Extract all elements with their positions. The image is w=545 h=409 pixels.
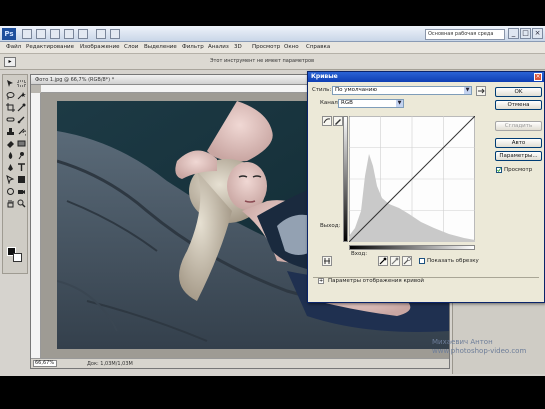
history-brush-icon[interactable] (17, 127, 26, 136)
menu-bar: Файл Редактирование Изображение Слои Выд… (0, 42, 545, 54)
watermark-author: Михаевич Антон (432, 338, 493, 346)
curves-dialog: Кривые × Стиль: По умолчанию ▼ Канал: RG… (307, 71, 545, 303)
preset-options-icon[interactable] (476, 86, 486, 96)
cancel-button[interactable]: Отмена (495, 100, 542, 110)
hand-tool-icon[interactable] (64, 29, 74, 39)
dialog-close-button[interactable]: × (534, 73, 542, 81)
menu-analysis[interactable]: Анализ (208, 44, 229, 50)
menu-image[interactable]: Изображение (80, 44, 120, 50)
workspace-switcher[interactable]: Основная рабочая среда (425, 29, 505, 40)
on-image-adjust-icon[interactable] (322, 256, 332, 266)
marquee-icon[interactable] (17, 79, 26, 88)
blur-icon[interactable] (6, 151, 15, 160)
watermark-url: www.photoshop-video.com (432, 347, 527, 355)
zoom-level-icon[interactable] (50, 29, 60, 39)
document-title: Фото 1.jpg @ 66,7% (RGB/8*) * (35, 77, 115, 83)
3d-camera-icon[interactable] (17, 187, 26, 196)
output-gradient-bar (343, 116, 348, 242)
status-bar: 66,67% Док: 1,03M/1,03M (31, 358, 449, 368)
display-options-toggle[interactable]: + (318, 278, 324, 284)
vertical-ruler[interactable] (31, 93, 41, 358)
shape-icon[interactable] (17, 175, 26, 184)
auto-button[interactable]: Авто (495, 138, 542, 148)
ok-button[interactable]: OK (495, 87, 542, 97)
dodge-icon[interactable] (17, 151, 26, 160)
preset-label: Стиль: (312, 87, 332, 93)
screen-mode-icon[interactable] (110, 29, 120, 39)
photoshop-logo: Ps (2, 28, 16, 40)
preset-select[interactable]: По умолчанию ▼ (332, 86, 472, 95)
chevron-down-icon: ▼ (396, 100, 403, 107)
lasso-icon[interactable] (6, 91, 15, 100)
close-button[interactable]: × (532, 28, 543, 39)
menu-select[interactable]: Выделение (144, 44, 177, 50)
path-select-icon[interactable] (6, 175, 15, 184)
curves-graph[interactable] (349, 116, 475, 242)
zoom-field[interactable]: 66,67% (33, 360, 57, 367)
magic-wand-icon[interactable] (17, 91, 26, 100)
menu-file[interactable]: Файл (6, 44, 21, 50)
chevron-down-icon: ▼ (464, 87, 471, 94)
display-options-label: Параметры отображения кривой (328, 278, 425, 284)
black-point-eyedropper-icon[interactable] (378, 256, 388, 266)
channel-value: RGB (341, 100, 353, 106)
white-point-eyedropper-icon[interactable] (402, 256, 412, 266)
dialog-titlebar[interactable]: Кривые × (308, 72, 544, 82)
menu-view[interactable]: Просмотр (252, 44, 280, 50)
healing-icon[interactable] (6, 115, 15, 124)
menu-help[interactable]: Справка (306, 44, 330, 50)
minimize-button[interactable]: _ (508, 28, 519, 39)
pen-icon[interactable] (6, 163, 15, 172)
bridge-icon[interactable] (22, 29, 32, 39)
maximize-button[interactable]: □ (520, 28, 531, 39)
menu-layers[interactable]: Слои (124, 44, 138, 50)
dialog-title: Кривые (311, 73, 338, 80)
menu-3d[interactable]: 3D (234, 44, 242, 50)
show-clipping-label: Показать обрезку (427, 258, 479, 264)
crop-icon[interactable] (6, 103, 15, 112)
show-clipping-checkbox[interactable] (419, 258, 425, 264)
3d-rotate-icon[interactable] (6, 187, 15, 196)
output-label: Выход: (320, 223, 341, 229)
tool-preset-icon[interactable]: ▸ (4, 57, 16, 67)
options-hint: Этот инструмент не имеет параметров (210, 58, 315, 64)
menu-window[interactable]: Окно (284, 44, 299, 50)
move-icon[interactable] (6, 79, 15, 88)
tools-panel (2, 74, 28, 274)
options-button[interactable]: Параметры... (495, 151, 542, 161)
clone-icon[interactable] (6, 127, 15, 136)
eraser-icon[interactable] (6, 139, 15, 148)
gray-point-eyedropper-icon[interactable] (390, 256, 400, 266)
document-info[interactable]: Док: 1,03M/1,03M (87, 361, 133, 367)
pencil-icon[interactable] (333, 116, 343, 126)
preview-checkbox[interactable] (496, 167, 502, 173)
zoom-icon[interactable] (17, 199, 26, 208)
input-gradient-bar (349, 245, 475, 250)
preview-label: Просмотр (504, 167, 533, 173)
eyedropper-icon[interactable] (17, 103, 26, 112)
menu-edit[interactable]: Редактирование (26, 44, 74, 50)
background-color-swatch[interactable] (13, 253, 22, 262)
channel-label: Канал: (320, 100, 340, 106)
smooth-button[interactable]: Сгладить (495, 121, 542, 131)
rotate-view-icon[interactable] (78, 29, 88, 39)
brush-icon[interactable] (17, 115, 26, 124)
application-bar: Ps Основная рабочая среда _ □ × (0, 26, 545, 42)
input-label: Вход: (351, 251, 368, 257)
view-extras-icon[interactable] (36, 29, 46, 39)
hand-icon[interactable] (6, 199, 15, 208)
watermark: Михаевич Антон www.photoshop-video.com (432, 338, 542, 356)
options-bar: ▸ Этот инструмент не имеет параметров (0, 54, 545, 70)
gradient-icon[interactable] (17, 139, 26, 148)
channel-select[interactable]: RGB ▼ (338, 99, 404, 108)
curve-point-icon[interactable] (322, 116, 332, 126)
arrange-documents-icon[interactable] (96, 29, 106, 39)
menu-filter[interactable]: Фильтр (182, 44, 204, 50)
preset-value: По умолчанию (335, 87, 377, 93)
text-icon[interactable] (17, 163, 26, 172)
